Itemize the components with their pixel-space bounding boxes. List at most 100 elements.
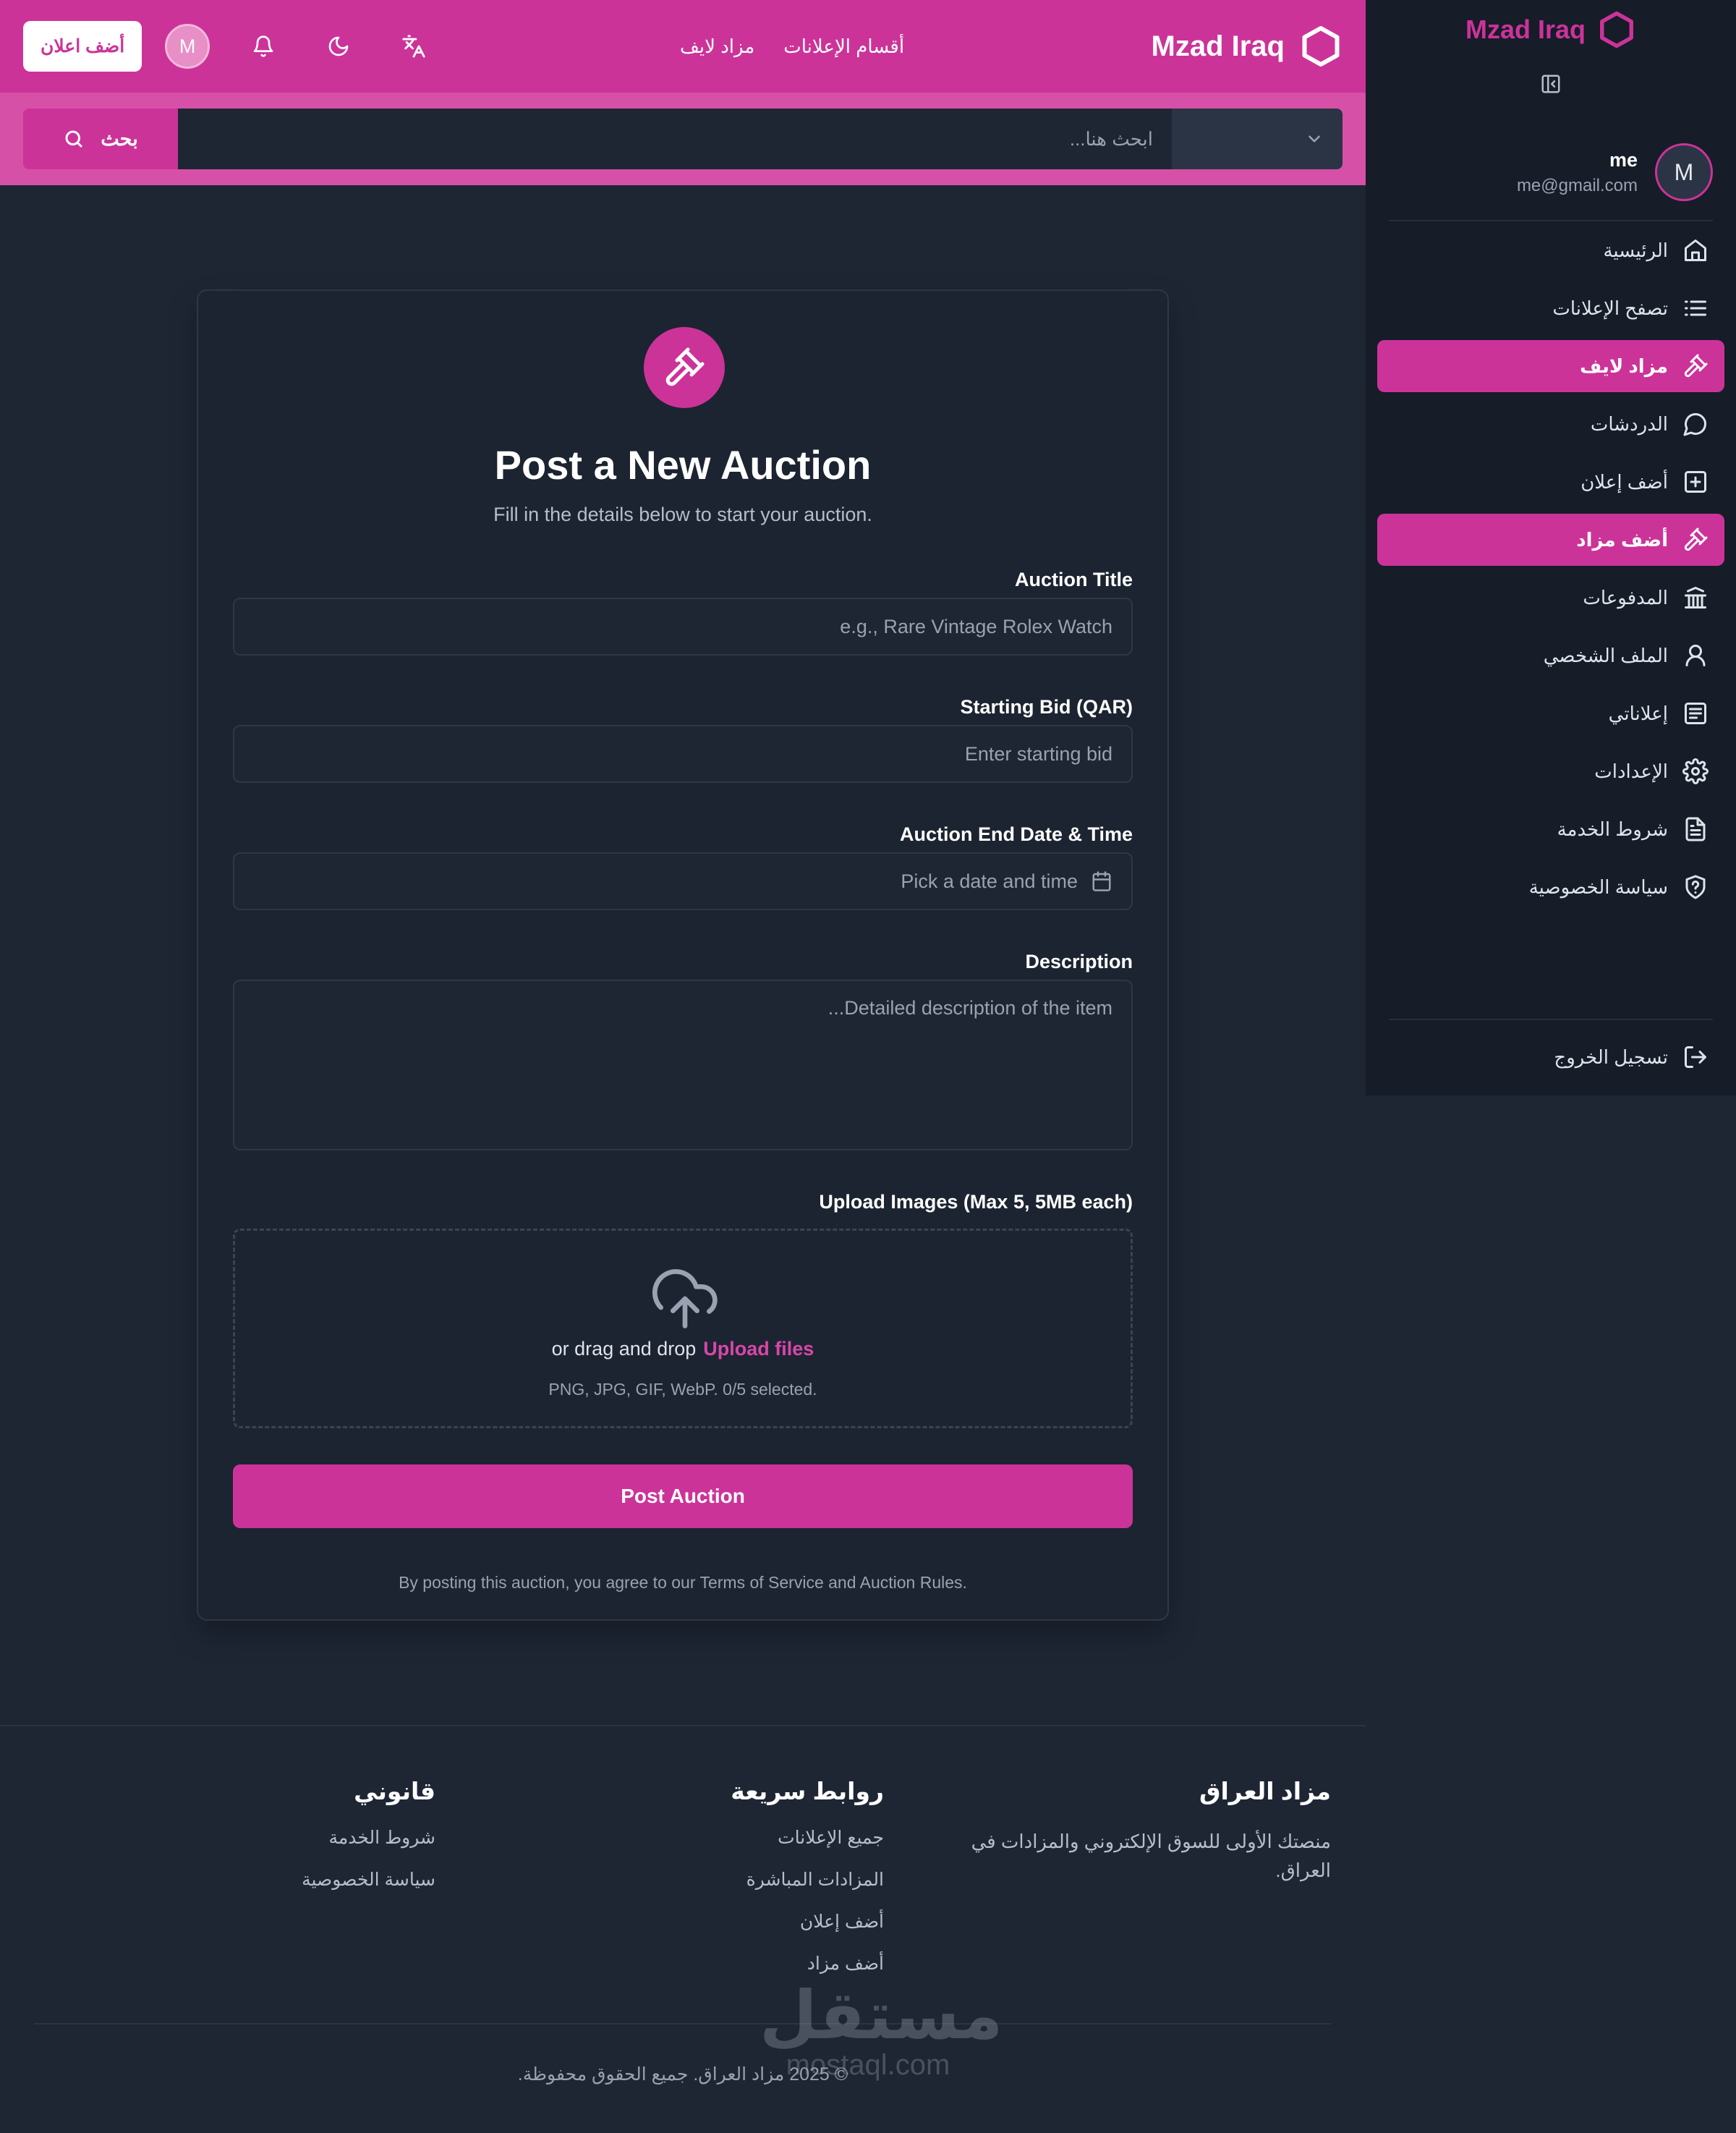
upload-files-link[interactable]: Upload files (703, 1338, 814, 1360)
search-bar: بحث (0, 93, 1366, 185)
gavel-icon (663, 346, 706, 389)
sidebar-item-label: الدردشات (1590, 412, 1668, 435)
footer-legal-title: قانوني (354, 1778, 435, 1805)
sidebar-item-live-auction[interactable]: مزاد لايف (1377, 340, 1724, 392)
watermark-arabic: مستقل (760, 1979, 1003, 2053)
category-select[interactable] (1172, 109, 1343, 169)
footer-about-title: مزاد العراق (1199, 1778, 1331, 1805)
terms-note: By posting this auction, you agree to ou… (399, 1573, 967, 1592)
search-icon (63, 128, 85, 150)
user-avatar[interactable]: M (165, 24, 210, 69)
search-input[interactable] (178, 109, 1172, 169)
sidebar-item-label: الملف الشخصي (1543, 644, 1668, 666)
sidebar-item-label: تصفح الإعلانات (1552, 297, 1668, 319)
description-label: Description (1025, 951, 1133, 972)
sidebar-item-privacy[interactable]: سياسة الخصوصية (1377, 861, 1724, 913)
footer-quick-links-title: روابط سريعة (731, 1778, 884, 1805)
top-header: أضف اعلان M أقسام الإعلانات مزاد لايف Mz… (0, 0, 1366, 93)
end-date-placeholder: Pick a date and time (901, 870, 1078, 892)
end-date-label: Auction End Date & Time (899, 823, 1133, 845)
bank-icon (1682, 585, 1709, 611)
sidebar-item-payments[interactable]: المدفوعات (1377, 572, 1724, 624)
moon-icon[interactable] (317, 25, 360, 68)
logout-icon (1682, 1044, 1709, 1070)
sidebar: Mzad Iraq me me@gmail.com M الرئيسية تصف… (1366, 0, 1736, 1095)
footer: مزاد العراق منصتك الأولى للسوق الإلكترون… (0, 1725, 1366, 2133)
sidebar-item-label: أضف إعلان (1580, 470, 1668, 493)
nav-link-categories[interactable]: أقسام الإعلانات (783, 35, 904, 58)
sidebar-item-profile[interactable]: الملف الشخصي (1377, 629, 1724, 682)
search-group: بحث (23, 109, 1343, 169)
nav-link-live-auction[interactable]: مزاد لايف (680, 35, 754, 58)
end-date-picker[interactable]: Pick a date and time (233, 852, 1133, 910)
form-icon-badge (644, 327, 725, 408)
sidebar-item-label: إعلاناتي (1608, 702, 1668, 724)
footer-link-all-ads[interactable]: جميع الإعلانات (731, 1827, 884, 1849)
post-auction-button[interactable]: Post Auction (233, 1464, 1133, 1528)
list-icon (1682, 295, 1709, 321)
sidebar-item-my-ads[interactable]: إعلاناتي (1377, 687, 1724, 739)
cloud-upload-icon (649, 1263, 721, 1335)
sidebar-user[interactable]: me me@gmail.com M (1517, 143, 1713, 201)
sidebar-item-settings[interactable]: الإعدادات (1377, 745, 1724, 797)
sidebar-item-add-auction[interactable]: أضف مزاد (1377, 514, 1724, 566)
sidebar-item-label: الإعدادات (1594, 760, 1668, 782)
sidebar-divider (1389, 1019, 1713, 1020)
gavel-icon (1682, 353, 1709, 379)
sidebar-brand[interactable]: Mzad Iraq (1366, 10, 1736, 49)
sidebar-collapse-icon[interactable] (1536, 69, 1565, 98)
auction-title-input[interactable] (233, 598, 1133, 656)
copyright: © 2025 مزاد العراق. جميع الحقوق محفوظة. (517, 2064, 848, 2085)
footer-about: مزاد العراق منصتك الأولى للسوق الإلكترون… (969, 1777, 1331, 1885)
page-title: Post a New Auction (494, 442, 872, 488)
footer-about-text: منصتك الأولى للسوق الإلكتروني والمزادات … (971, 1831, 1331, 1881)
description-textarea[interactable] (233, 980, 1133, 1150)
header-brand[interactable]: Mzad Iraq (1152, 0, 1343, 93)
footer-link-add-auction[interactable]: أضف مزاد (731, 1953, 884, 1975)
add-ad-button[interactable]: أضف اعلان (23, 21, 142, 72)
auction-form-card: Post a New Auction Fill in the details b… (197, 289, 1169, 1621)
sidebar-item-add-ad[interactable]: أضف إعلان (1377, 456, 1724, 508)
header-nav: أقسام الإعلانات مزاد لايف (680, 0, 904, 93)
gavel-icon (1682, 527, 1709, 553)
ads-icon (1682, 700, 1709, 726)
translate-icon[interactable] (392, 25, 435, 68)
watermark: مستقل mostaql.com (760, 1979, 1003, 2082)
sidebar-menu: الرئيسية تصفح الإعلانات مزاد لايف الدردش… (1377, 224, 1724, 919)
shield-icon (1682, 874, 1709, 900)
upload-drag-text: or drag and drop (551, 1338, 697, 1360)
sidebar-item-terms[interactable]: شروط الخدمة (1377, 803, 1724, 855)
footer-link-terms[interactable]: شروط الخدمة (302, 1827, 436, 1849)
plus-square-icon (1682, 469, 1709, 495)
upload-hint: PNG, JPG, GIF, WebP. 0/5 selected. (548, 1380, 817, 1399)
sidebar-item-label: مزاد لايف (1580, 355, 1668, 377)
sidebar-item-label: أضف مزاد (1576, 528, 1668, 551)
search-button-label: بحث (101, 127, 138, 150)
auction-title-label: Auction Title (1014, 569, 1133, 590)
bell-icon[interactable] (242, 25, 285, 68)
image-dropzone[interactable]: or drag and drop Upload files PNG, JPG, … (233, 1229, 1133, 1428)
sidebar-item-label: المدفوعات (1583, 586, 1668, 608)
upload-label: Upload Images (Max 5, 5MB each) (819, 1191, 1133, 1213)
sidebar-item-browse-ads[interactable]: تصفح الإعلانات (1377, 282, 1724, 334)
search-button[interactable]: بحث (23, 109, 178, 169)
footer-link-privacy[interactable]: سياسة الخصوصية (302, 1869, 435, 1891)
sidebar-item-chats[interactable]: الدردشات (1377, 398, 1724, 450)
starting-bid-label: Starting Bid (QAR) (960, 696, 1133, 718)
sidebar-avatar: M (1655, 143, 1713, 201)
sidebar-item-label: الرئيسية (1603, 239, 1668, 261)
gear-icon (1682, 758, 1709, 784)
brand-name: Mzad Iraq (1151, 30, 1285, 62)
hexagon-logo-icon (1299, 25, 1343, 68)
sidebar-item-home[interactable]: الرئيسية (1377, 224, 1724, 276)
logout-button[interactable]: تسجيل الخروج (1377, 1031, 1724, 1083)
footer-link-live-auctions[interactable]: المزادات المباشرة (731, 1869, 884, 1891)
user-email: me@gmail.com (1516, 175, 1638, 195)
chat-icon (1682, 411, 1709, 437)
logout-label: تسجيل الخروج (1554, 1046, 1668, 1068)
footer-link-add-ad[interactable]: أضف إعلان (731, 1911, 884, 1933)
footer-quick-links: روابط سريعة جميع الإعلانات المزادات المب… (731, 1777, 884, 1995)
starting-bid-input[interactable] (233, 725, 1133, 783)
hexagon-logo-icon (1597, 10, 1636, 49)
sidebar-divider (1389, 220, 1713, 221)
